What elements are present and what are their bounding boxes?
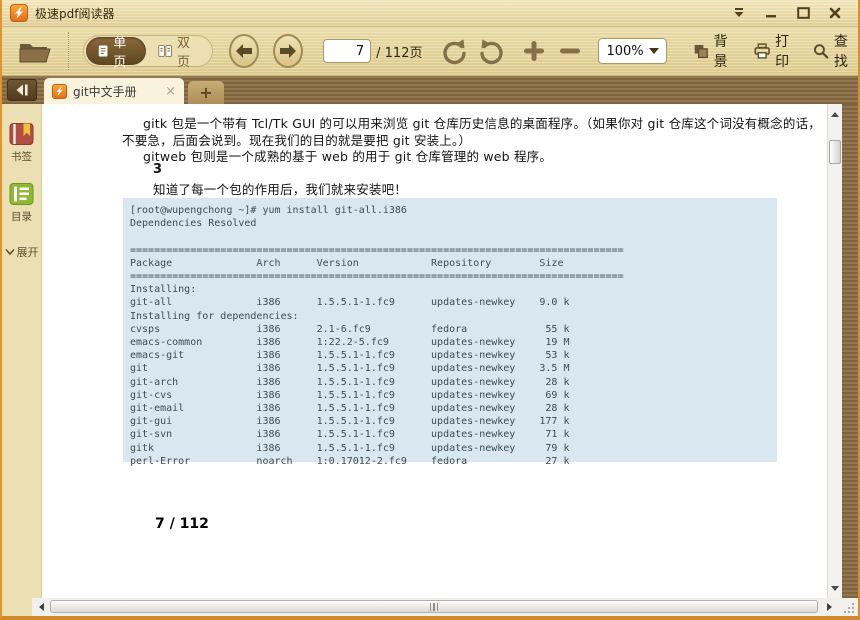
toc-label: 目录: [11, 211, 32, 223]
horizontal-scroll-thumb[interactable]: [50, 600, 818, 613]
left-rail: 书签 目录 展开: [2, 104, 42, 598]
find-button[interactable]: 查找: [813, 31, 858, 71]
bookmarks-button[interactable]: 书签: [8, 122, 35, 164]
main-toolbar: 单页 双页 / 112页 100%: [2, 27, 858, 76]
scroll-up-button[interactable]: [828, 106, 842, 122]
zoom-level-value: 100%: [606, 43, 644, 59]
triangle-up-icon: [831, 111, 839, 117]
chevron-down-icon: [649, 48, 660, 54]
page-mode-toggle: 单页 双页: [83, 35, 213, 70]
doc-text-line: 知道了每一个包的作用后，我们就来安装吧！: [153, 182, 408, 197]
print-label: 打印: [775, 34, 790, 70]
search-icon: [814, 44, 829, 59]
tab-bar: git中文手册 × +: [2, 76, 858, 104]
scroll-left-button[interactable]: [33, 599, 49, 615]
single-page-button[interactable]: 单页: [86, 36, 146, 70]
thumb-grip-icon: [436, 602, 439, 611]
vertical-scrollbar[interactable]: [827, 104, 842, 598]
pdf-page[interactable]: gitk 包是一个带有 Tcl/Tk GUI 的可以用来浏览 git 仓库历史信…: [42, 104, 827, 598]
page-number-input[interactable]: [323, 39, 372, 63]
layers-icon: [694, 44, 708, 59]
resize-grip-icon[interactable]: [840, 600, 856, 614]
find-label: 查找: [833, 34, 848, 70]
title-bar: 极速pdf阅读器: [2, 0, 858, 27]
tab-git-manual[interactable]: git中文手册 ×: [44, 78, 184, 104]
window-controls: [728, 4, 850, 22]
terminal-text: [root@wupengchong ~]# yum install git-al…: [130, 205, 624, 467]
printer-icon: [754, 43, 770, 59]
expand-label: 展开: [16, 246, 39, 259]
scroll-right-button[interactable]: [821, 599, 837, 615]
bookmarks-label: 书签: [11, 151, 32, 163]
triangle-right-icon: [826, 603, 832, 611]
app-window: 极速pdf阅读器 单页 双页 7 / 112页 100% 背景 打印 查找 gi…: [0, 0, 860, 620]
right-frame-strip: [842, 104, 858, 598]
previous-page-button[interactable]: [228, 34, 259, 68]
pdf-doc-icon: [52, 83, 67, 99]
terminal-output-block: [root@wupengchong ~]# yum install git-al…: [123, 198, 777, 467]
double-page-label: 双页: [177, 36, 191, 70]
page-footer-number: 7 / 112: [155, 516, 209, 532]
doc-text-line: gitweb 包则是一个成熟的基于 web 的用于 git 仓库管理的 web …: [143, 149, 553, 164]
new-tab-button[interactable]: +: [188, 81, 224, 104]
page-total-label: / 112页: [376, 45, 423, 61]
tab-title: git中文手册: [73, 84, 137, 99]
zoom-in-button[interactable]: [522, 39, 546, 63]
bottom-left-spacer: [2, 598, 32, 616]
triangle-left-icon: [38, 603, 44, 611]
double-page-button[interactable]: 双页: [146, 36, 210, 70]
bookmark-book-icon: [9, 123, 34, 145]
zoom-level-select[interactable]: 100%: [598, 38, 668, 64]
rotate-right-button[interactable]: [478, 37, 506, 65]
scroll-down-button[interactable]: [828, 580, 842, 596]
toolbar-separator: [68, 32, 69, 70]
main-area: 书签 目录 展开 gitk 包是一个带有 Tcl/Tk GUI 的可以用来浏览 …: [2, 104, 858, 598]
expand-button[interactable]: 展开: [4, 244, 39, 260]
chevron-down-icon: [4, 248, 15, 256]
print-button[interactable]: 打印: [754, 31, 800, 71]
collapse-sidebar-button[interactable]: [7, 79, 37, 101]
window-title: 极速pdf阅读器: [35, 6, 115, 21]
background-label: 背景: [713, 34, 728, 70]
vertical-scroll-thumb[interactable]: [829, 140, 841, 164]
single-page-label: 单页: [113, 36, 127, 70]
toc-list-icon: [9, 183, 34, 205]
close-button[interactable]: [824, 4, 846, 22]
thumb-grip-icon: [429, 602, 432, 611]
rotate-left-button[interactable]: [440, 37, 468, 65]
background-button[interactable]: 背景: [693, 31, 738, 71]
triangle-down-icon: [831, 585, 839, 591]
next-page-button[interactable]: [272, 34, 304, 68]
maximize-button[interactable]: [792, 4, 814, 22]
zoom-out-button[interactable]: [558, 39, 582, 63]
skin-menu-button[interactable]: [728, 4, 750, 22]
doc-footnote-number: 3: [153, 162, 163, 177]
thumb-grip-icon: [433, 602, 435, 611]
horizontal-scrollbar[interactable]: [2, 598, 858, 616]
open-file-button[interactable]: [16, 36, 54, 66]
tab-close-icon[interactable]: ×: [165, 85, 176, 98]
toc-button[interactable]: 目录: [8, 182, 35, 224]
minimize-button[interactable]: [760, 4, 782, 22]
collapse-left-icon: [16, 84, 28, 96]
app-logo-icon: [10, 4, 28, 22]
